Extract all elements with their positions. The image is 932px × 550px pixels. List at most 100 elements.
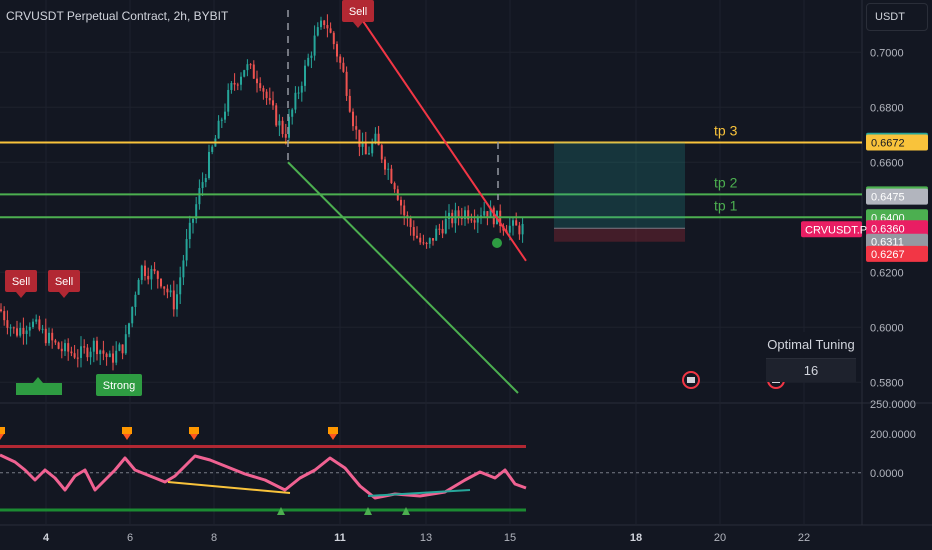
- candle-body: [83, 346, 86, 348]
- symbol-title[interactable]: CRVUSDT Perpetual Contract, 2h, BYBIT: [6, 9, 228, 23]
- candle-body: [41, 328, 44, 330]
- osc-tick-label: 200.0000: [870, 429, 916, 441]
- candle-body: [368, 153, 370, 155]
- candle-body: [323, 20, 326, 26]
- candle-body: [275, 105, 278, 126]
- price-badge-text: 0.6360: [871, 223, 905, 235]
- currency-button[interactable]: USDT: [866, 3, 928, 31]
- y-tick-label: 0.5800: [870, 377, 904, 389]
- y-tick-label: 0.6600: [870, 157, 904, 169]
- position-loss-zone: [554, 228, 685, 242]
- candle-body: [220, 119, 223, 121]
- candle-body: [32, 321, 34, 328]
- candle-body: [316, 27, 319, 36]
- candle-body: [307, 57, 310, 66]
- x-tick-label: 4: [43, 532, 50, 544]
- candle-body: [224, 111, 226, 120]
- candle-body: [19, 327, 22, 336]
- ob-marker: [122, 427, 132, 434]
- price-badge-text: 0.6475: [871, 192, 905, 204]
- candle-body: [128, 323, 130, 335]
- flag-icon-stripe: [687, 377, 695, 383]
- candle-body: [172, 290, 175, 310]
- y-tick-label: 0.7000: [870, 47, 904, 59]
- candle-body: [278, 120, 281, 126]
- candle-body: [89, 351, 92, 358]
- candle-body: [281, 120, 284, 135]
- candle-body: [6, 320, 9, 328]
- candle-body: [300, 85, 303, 93]
- candle-body: [211, 146, 214, 152]
- candle-body: [25, 330, 28, 335]
- candle-body: [409, 218, 412, 228]
- candle-body: [435, 228, 438, 241]
- candle-body: [169, 290, 172, 293]
- candle-body: [86, 347, 89, 358]
- candle-body: [185, 239, 188, 261]
- signal-badge-label: Sell: [349, 6, 367, 18]
- candle-body: [179, 277, 182, 295]
- candle-body: [512, 220, 514, 226]
- candle-body: [268, 98, 271, 101]
- candle-body: [108, 353, 111, 358]
- ob-marker: [189, 427, 199, 434]
- candle-body: [153, 269, 156, 272]
- candle-body: [102, 350, 105, 354]
- candle-body: [105, 353, 108, 358]
- signal-badge-label: Sell: [55, 276, 73, 288]
- candle-body: [508, 225, 511, 233]
- candle-body: [115, 350, 118, 363]
- optimal-tuning-label: Optimal Tuning: [766, 332, 856, 359]
- candle-body: [432, 238, 434, 241]
- candle-body: [428, 238, 431, 244]
- candle-body: [150, 269, 153, 280]
- candle-body: [246, 64, 249, 71]
- candle-body: [412, 227, 415, 236]
- candle-body: [297, 92, 300, 94]
- time-axis: 4 6 8 11 13 15 18 20 22: [43, 532, 810, 544]
- candle-body: [252, 64, 255, 79]
- candle-body: [336, 44, 338, 57]
- position-profit-zone: [554, 142, 685, 229]
- x-tick-label: 15: [504, 532, 516, 544]
- candle-body: [518, 225, 521, 235]
- y-tick-label: 0.6200: [870, 267, 904, 279]
- candle-body: [355, 126, 358, 130]
- candle-body: [124, 334, 127, 354]
- candle-body: [57, 342, 60, 349]
- candle-body: [310, 55, 313, 58]
- candle-body: [227, 89, 230, 112]
- candle-body: [204, 178, 207, 183]
- candle-body: [262, 88, 265, 92]
- candle-body: [137, 279, 140, 295]
- candle-body: [121, 344, 124, 354]
- candle-body: [76, 357, 79, 359]
- x-tick-label: 8: [211, 532, 217, 544]
- candle-body: [99, 350, 102, 355]
- candle-body: [188, 222, 191, 240]
- y-tick-label: 0.6800: [870, 102, 904, 114]
- candle-body: [284, 134, 287, 138]
- candle-body: [131, 306, 134, 324]
- osc-tick-label: 0.0000: [870, 468, 904, 480]
- candle-body: [156, 271, 159, 279]
- chart-canvas[interactable]: tp 3 tp 2 tp 1 Sell Sell Sell Strong 0.7000 0.6…: [0, 0, 932, 550]
- candle-body: [233, 82, 236, 85]
- price-badge-text: 0.6672: [871, 137, 905, 149]
- candle-body: [387, 168, 390, 170]
- candle-body: [230, 82, 233, 90]
- candle-body: [470, 219, 473, 221]
- candle-body: [160, 278, 162, 287]
- candle-body: [294, 92, 297, 110]
- candle-body: [217, 120, 220, 139]
- candle-body: [326, 25, 329, 29]
- chart-title: CRVUSDT Perpetual Contract, 2h, BYBIT: [6, 9, 228, 23]
- symbol-badge-text: CRVUSDT.P: [805, 224, 867, 236]
- candle-body: [96, 340, 98, 355]
- signal-badge-label: Strong: [103, 380, 135, 392]
- candle-body: [521, 223, 524, 235]
- candle-body: [192, 218, 194, 223]
- candle-body: [112, 353, 114, 363]
- candle-body: [12, 327, 15, 329]
- candle-body: [48, 332, 50, 344]
